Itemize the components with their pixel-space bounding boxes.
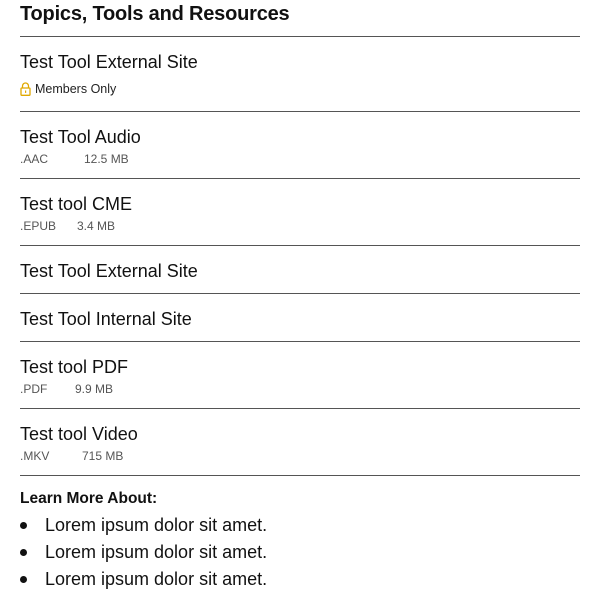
resource-title: Test tool CME [20,194,133,214]
resource-title: Test Tool External Site [20,52,198,72]
resource-title: Test tool PDF [20,357,129,377]
bullet-icon [20,576,27,583]
list-item: Lorem ipsum dolor sit amet. [20,568,267,595]
lock-icon [20,82,31,96]
learn-more-heading: Learn More About: [20,490,158,507]
resource-item-external-site[interactable]: Test Tool External Site [20,246,580,294]
file-size: 715 MB [82,449,124,463]
resource-item-external-site-members[interactable]: Test Tool External Site Members Only [20,37,580,112]
learn-more-section: Learn More About: Lorem ipsum dolor sit … [20,476,580,596]
file-meta: .AAC 12.5 MB [20,152,129,166]
bullet-icon [20,522,27,529]
resource-item-audio[interactable]: Test Tool Audio .AAC 12.5 MB [20,112,580,179]
file-meta: .MKV 715 MB [20,449,123,463]
file-type: .MKV [20,449,50,463]
resource-item-cme[interactable]: Test tool CME .EPUB 3.4 MB [20,179,580,246]
list-item-text: Lorem ipsum dolor sit amet. [45,569,268,589]
file-meta: .PDF 9.9 MB [20,382,113,396]
panel-title: Topics, Tools and Resources [20,3,290,25]
learn-more-list: Lorem ipsum dolor sit amet. Lorem ipsum … [20,514,267,595]
file-type: .AAC [20,152,49,166]
list-item: Lorem ipsum dolor sit amet. [20,541,267,568]
resource-item-video[interactable]: Test tool Video .MKV 715 MB [20,409,580,476]
members-only-indicator: Members Only [20,82,116,96]
members-only-label: Members Only [35,82,117,96]
resource-title: Test Tool External Site [20,261,198,281]
list-item-text: Lorem ipsum dolor sit amet. [45,542,268,562]
file-size: 3.4 MB [77,219,116,233]
file-size: 9.9 MB [75,382,114,396]
list-item-text: Lorem ipsum dolor sit amet. [45,515,268,535]
file-size: 12.5 MB [84,152,129,166]
resource-title: Test Tool Internal Site [20,309,192,329]
resource-item-pdf[interactable]: Test tool PDF .PDF 9.9 MB [20,342,580,409]
file-meta: .EPUB 3.4 MB [20,219,115,233]
resource-title: Test Tool Audio [20,127,141,147]
resources-panel: Topics, Tools and Resources Test Tool Ex… [20,0,580,596]
file-type: .EPUB [20,219,57,233]
resource-title: Test tool Video [20,424,138,444]
bullet-icon [20,549,27,556]
resource-item-internal-site[interactable]: Test Tool Internal Site [20,294,580,342]
file-type: .PDF [20,382,48,396]
list-item: Lorem ipsum dolor sit amet. [20,514,267,541]
